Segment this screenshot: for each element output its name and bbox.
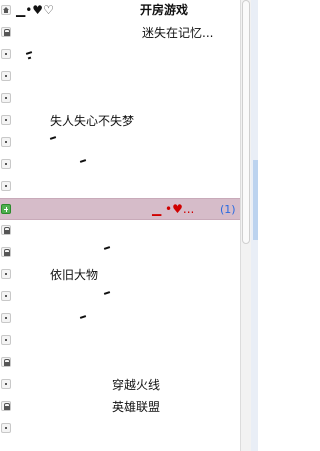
- list-row-13[interactable]: [0, 286, 240, 308]
- expand-plus-icon[interactable]: [1, 204, 11, 214]
- list-row-1[interactable]: 迷失在记忆...: [0, 22, 240, 44]
- lock-icon: [1, 401, 11, 411]
- scribble-mark: [27, 56, 32, 60]
- lock-icon: [1, 225, 11, 235]
- list-row-10[interactable]: [0, 220, 240, 242]
- home-icon[interactable]: [1, 5, 11, 15]
- row-12-name: 依旧大物: [50, 268, 99, 282]
- scribble-mark: [103, 246, 111, 250]
- row-18-name: 英雄联盟: [112, 400, 161, 414]
- list-row-9-selected[interactable]: ▁ •♥... (1): [0, 198, 240, 220]
- lock-icon: [1, 357, 11, 367]
- scribble-mark: [79, 315, 87, 319]
- list-row-12[interactable]: 依旧大物: [0, 264, 240, 286]
- status-dot-icon: [1, 115, 11, 125]
- list-row-6[interactable]: [0, 132, 240, 154]
- contact-list-panel: ▁•♥♡ 开房游戏 迷失在记忆... 失人失心不失梦 ▁ •♥... (1) 依…: [0, 0, 240, 451]
- list-row-11[interactable]: [0, 242, 240, 264]
- row-0-name-right: 开房游戏: [140, 3, 189, 17]
- list-row-14[interactable]: [0, 308, 240, 330]
- right-edge-strip: [251, 0, 258, 451]
- list-row-0[interactable]: ▁•♥♡ 开房游戏: [0, 0, 240, 22]
- row-0-name-left: ▁•♥♡: [16, 3, 54, 17]
- status-dot-icon: [1, 269, 11, 279]
- background-window-edge: [253, 160, 258, 240]
- status-dot-icon: [1, 313, 11, 323]
- list-row-3[interactable]: [0, 66, 240, 88]
- status-dot-icon: [1, 137, 11, 147]
- status-dot-icon: [1, 335, 11, 345]
- status-dot-icon: [1, 379, 11, 389]
- list-row-2[interactable]: [0, 44, 240, 66]
- lock-icon: [1, 247, 11, 257]
- status-dot-icon: [1, 93, 11, 103]
- lock-icon: [1, 27, 11, 37]
- list-row-19[interactable]: [0, 418, 240, 440]
- list-row-18[interactable]: 英雄联盟: [0, 396, 240, 418]
- status-dot-icon: [1, 291, 11, 301]
- row-1-status: 迷失在记忆...: [142, 26, 214, 40]
- scribble-mark: [49, 136, 57, 140]
- list-row-8[interactable]: [0, 176, 240, 198]
- status-dot-icon: [1, 423, 11, 433]
- list-row-15[interactable]: [0, 330, 240, 352]
- scribble-mark: [103, 291, 111, 295]
- status-dot-icon: [1, 159, 11, 169]
- list-row-17[interactable]: 穿越火线: [0, 374, 240, 396]
- scrollbar-thumb[interactable]: [242, 0, 250, 244]
- list-row-5[interactable]: 失人失心不失梦: [0, 110, 240, 132]
- scribble-mark: [25, 51, 33, 55]
- unread-count-badge: (1): [220, 203, 236, 216]
- status-dot-icon: [1, 181, 11, 191]
- scribble-mark: [79, 159, 87, 163]
- row-9-name: ▁ •♥...: [152, 202, 195, 216]
- list-row-7[interactable]: [0, 154, 240, 176]
- row-17-name: 穿越火线: [112, 378, 161, 392]
- status-dot-icon: [1, 71, 11, 81]
- status-dot-icon: [1, 49, 11, 59]
- list-row-16[interactable]: [0, 352, 240, 374]
- row-5-status: 失人失心不失梦: [50, 114, 135, 128]
- list-row-4[interactable]: [0, 88, 240, 110]
- vertical-scrollbar[interactable]: [240, 0, 251, 451]
